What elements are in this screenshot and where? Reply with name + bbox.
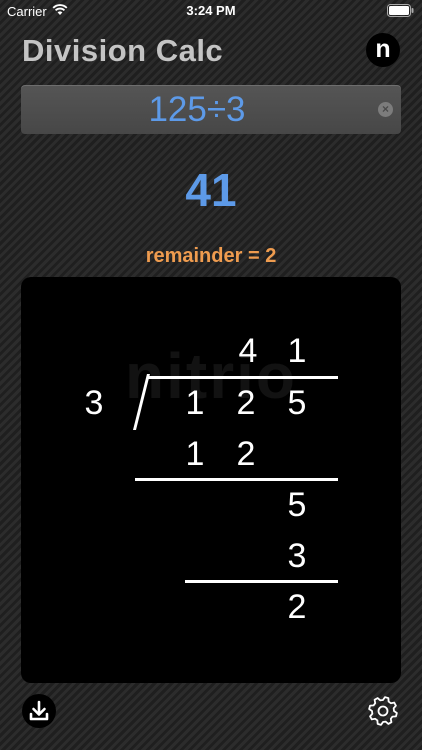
status-bar: Carrier 3:24 PM (0, 0, 422, 22)
battery-icon (387, 4, 414, 17)
app-menu-button[interactable]: n (366, 33, 400, 67)
download-icon (29, 700, 49, 721)
quotient-digit: 4 (238, 332, 258, 370)
product-digit: 2 (236, 435, 256, 473)
subtraction-line (185, 580, 338, 583)
product-digit: 3 (287, 537, 307, 575)
download-button[interactable] (22, 694, 56, 728)
subtraction-line (135, 478, 338, 481)
division-calc-screen: { "status_bar": { "carrier": "Carrier", … (0, 0, 422, 750)
quotient-result: 41 (185, 164, 237, 216)
expression-input[interactable]: 125÷3 × (21, 85, 401, 134)
remainder-label: remainder = 2 (145, 245, 277, 267)
product-digit: 1 (185, 435, 205, 473)
quotient-digit: 1 (287, 332, 307, 370)
clear-icon[interactable]: × (378, 102, 393, 117)
expression-text: 125÷3 (148, 90, 246, 129)
dividend-digit: 5 (287, 384, 307, 422)
gear-hub (377, 705, 389, 717)
remainder-digit: 2 (287, 588, 307, 626)
gear-icon (368, 696, 398, 726)
dividend-digit: 1 (185, 384, 205, 422)
gear-outline (368, 696, 398, 726)
divisor-digit: 3 (84, 384, 104, 422)
dividend-digit: 2 (236, 384, 256, 422)
status-time: 3:24 PM (186, 3, 236, 18)
bring-down-digit: 5 (287, 486, 307, 524)
division-bar (147, 376, 338, 379)
long-division-board: nitrio 4 1 3 1 2 5 1 2 5 3 2 (21, 277, 401, 683)
settings-button[interactable] (366, 694, 400, 728)
app-title: Division Calc (22, 33, 224, 68)
